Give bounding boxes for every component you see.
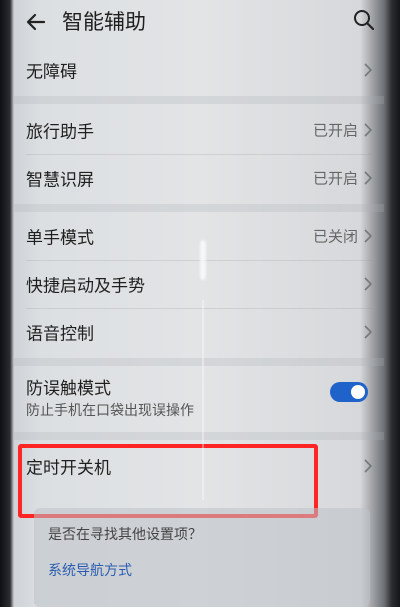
- phone-photo: 智能辅助 无障碍 旅行助手 已开启 智慧识屏 已开启 单手模式 已关闭 快捷启动…: [0, 0, 400, 607]
- section-divider: [14, 204, 384, 212]
- chevron-right-icon: [364, 229, 373, 243]
- search-icon[interactable]: [352, 8, 376, 32]
- screen-glare-streak: [202, 300, 204, 500]
- chevron-right-icon: [364, 325, 373, 339]
- suggestion-question: 是否在寻找其他设置项？: [48, 527, 202, 543]
- section-divider: [14, 358, 384, 366]
- back-arrow-icon[interactable]: [24, 10, 48, 34]
- setting-item-travel-assistant[interactable]: 旅行助手 已开启: [14, 106, 384, 154]
- chevron-right-icon: [364, 63, 373, 77]
- setting-item-label: 旅行助手: [26, 122, 94, 143]
- setting-item-label: 无障碍: [26, 62, 77, 83]
- suggestion-card: 是否在寻找其他设置项？ 系统导航方式: [34, 508, 370, 607]
- page-title: 智能辅助: [62, 10, 146, 34]
- setting-item-anti-mistouch: 防误触模式 防止手机在口袋出现误操作: [14, 366, 384, 428]
- setting-item-one-hand-mode[interactable]: 单手模式 已关闭: [14, 212, 384, 260]
- section-divider: [14, 432, 384, 440]
- setting-item-status: 已关闭: [312, 227, 358, 246]
- anti-mistouch-toggle[interactable]: [330, 382, 368, 402]
- chevron-right-icon: [364, 123, 373, 137]
- annotation-highlight-box: [18, 444, 318, 518]
- chevron-right-icon: [364, 277, 373, 291]
- toggle-knob: [351, 385, 365, 399]
- setting-item-label: 语音控制: [26, 324, 94, 345]
- setting-item-accessibility[interactable]: 无障碍: [14, 46, 384, 94]
- top-bar: 智能辅助: [14, 0, 384, 46]
- setting-item-label: 快捷启动及手势: [26, 276, 145, 297]
- setting-item-label: 防误触模式: [26, 379, 111, 399]
- setting-item-label: 智慧识屏: [26, 170, 94, 191]
- settings-screen: 智能辅助 无障碍 旅行助手 已开启 智慧识屏 已开启 单手模式 已关闭 快捷启动…: [14, 0, 384, 607]
- chevron-right-icon: [364, 171, 373, 185]
- suggestion-link-navigation[interactable]: 系统导航方式: [48, 560, 132, 580]
- setting-item-status: 已开启: [312, 169, 358, 188]
- setting-item-voice-control[interactable]: 语音控制: [14, 308, 384, 356]
- setting-item-label: 单手模式: [26, 228, 94, 249]
- setting-item-shortcuts-gestures[interactable]: 快捷启动及手势: [14, 260, 384, 308]
- chevron-right-icon: [364, 459, 373, 473]
- setting-item-status: 已开启: [312, 121, 358, 140]
- setting-item-description: 防止手机在口袋出现误操作: [26, 403, 194, 419]
- setting-item-smart-screen-recognition[interactable]: 智慧识屏 已开启: [14, 154, 384, 202]
- section-divider: [14, 96, 384, 104]
- screen-glare: [200, 240, 206, 280]
